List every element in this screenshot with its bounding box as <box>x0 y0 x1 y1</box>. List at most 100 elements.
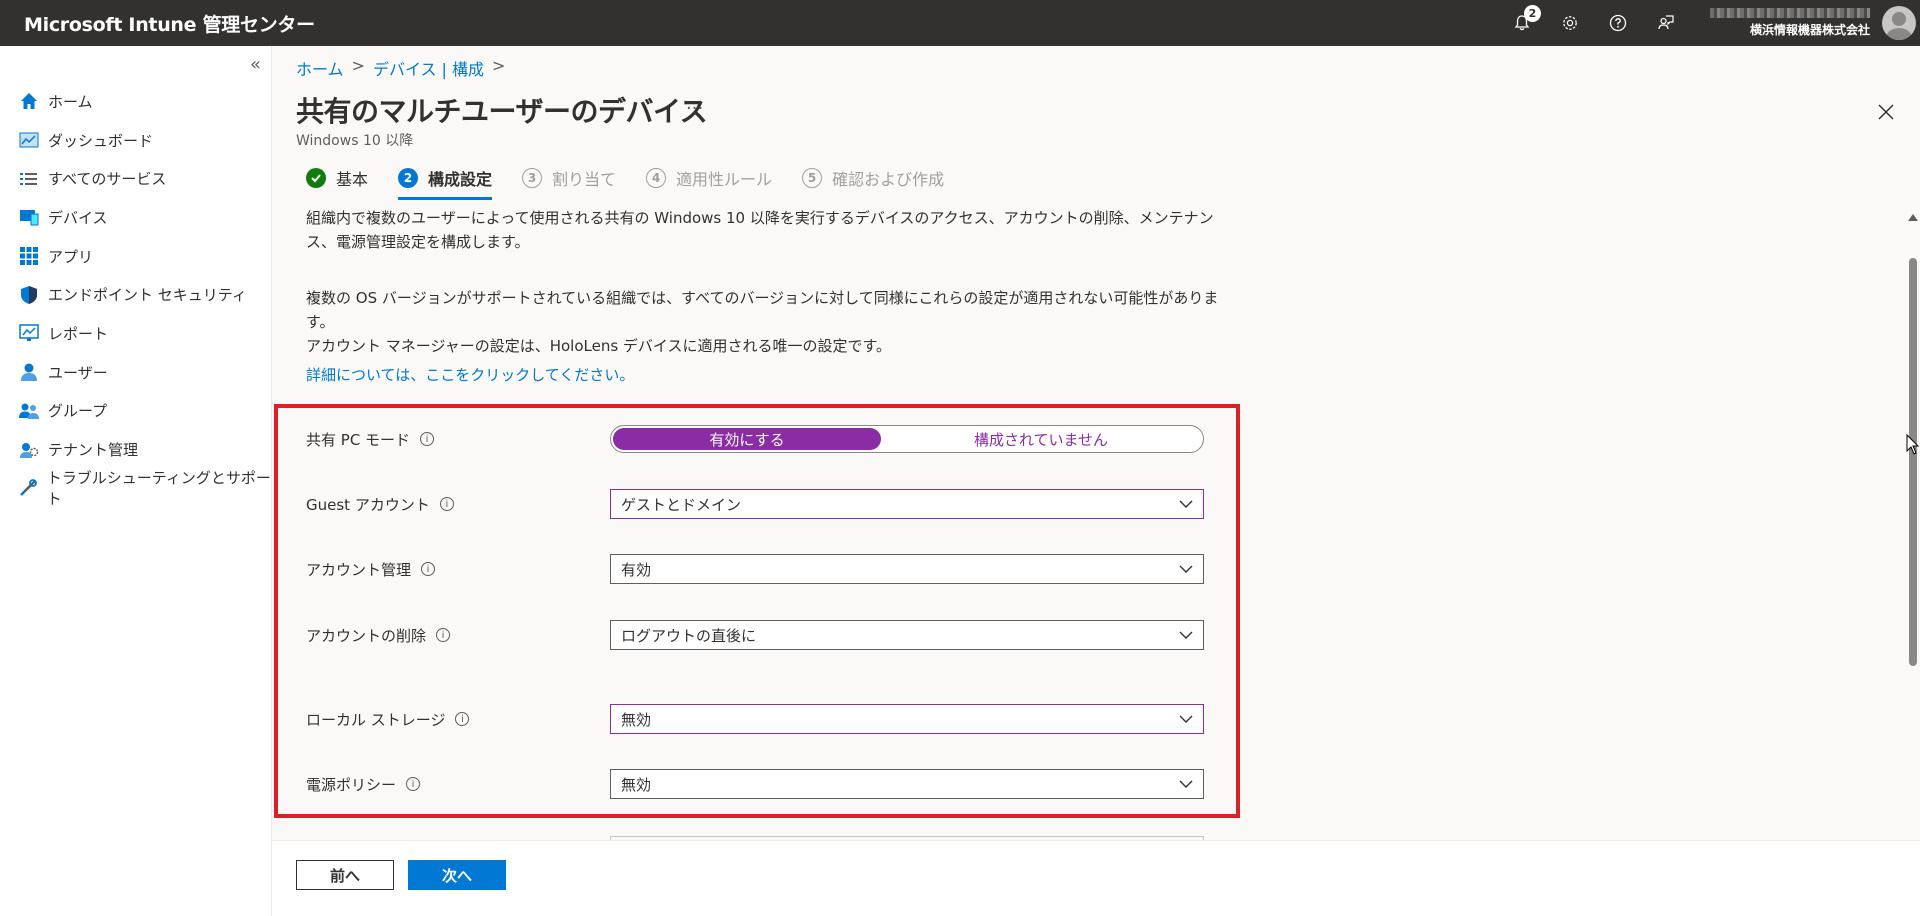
sidebar-item-troubleshooting[interactable]: トラブルシューティングとサポート <box>0 469 272 508</box>
avatar[interactable] <box>1882 6 1916 40</box>
highlight-annotation-box <box>274 404 1240 818</box>
sidebar-item-home[interactable]: ホーム <box>0 82 272 121</box>
account-deletion-dropdown[interactable]: ログアウトの直後に <box>610 620 1204 650</box>
sidebar-item-label: ダッシュボード <box>48 131 154 150</box>
setting-label: 電源ポリシー i <box>306 774 610 795</box>
sidebar-item-all-services[interactable]: すべてのサービス <box>0 159 272 198</box>
close-button[interactable] <box>1878 98 1894 126</box>
sidebar-item-endpoint-security[interactable]: エンドポイント セキュリティ <box>0 275 272 314</box>
notification-button[interactable]: 2 <box>1498 0 1546 46</box>
sidebar-item-reports[interactable]: レポート <box>0 314 272 353</box>
step-label: 確認および作成 <box>832 170 945 189</box>
help-icon <box>1609 14 1627 32</box>
dropdown-value: 無効 <box>621 710 652 729</box>
setting-guest-account: Guest アカウント i ゲストとドメイン <box>306 489 1246 519</box>
breadcrumb-separator: > <box>351 56 365 75</box>
account-org-name: 横浜情報機器株式会社 <box>1749 23 1870 37</box>
page-title: 共有のマルチユーザーのデバイス <box>296 95 708 128</box>
account-email-redacted <box>1710 8 1870 18</box>
help-button[interactable] <box>1594 0 1642 46</box>
power-policy-dropdown[interactable]: 無効 <box>610 769 1204 799</box>
shield-icon <box>18 284 40 306</box>
description-line: 複数の OS バージョンがサポートされている組織では、すべてのバージョンに対して… <box>306 289 1219 331</box>
dropdown-value: 有効 <box>621 560 652 579</box>
sidebar-item-label: すべてのサービス <box>48 170 167 189</box>
step-applicability-rules[interactable]: 4 適用性ルール <box>646 160 772 196</box>
info-icon[interactable]: i <box>421 562 436 576</box>
setting-label: アカウント管理 i <box>306 559 610 580</box>
chevron-down-icon <box>1179 500 1193 508</box>
device-icon <box>18 206 40 228</box>
step-assignments[interactable]: 3 割り当て <box>522 160 616 196</box>
breadcrumb-home[interactable]: ホーム <box>296 56 344 80</box>
toggle-option-not-configured[interactable]: 構成されていません <box>881 428 1201 450</box>
dashboard-icon <box>18 129 40 151</box>
scroll-thumb[interactable] <box>1909 258 1917 666</box>
description-line: ス、電源管理設定を構成します。 <box>306 233 530 251</box>
sidebar-item-devices[interactable]: デバイス <box>0 198 272 237</box>
gear-icon <box>1563 16 1577 30</box>
mouse-cursor-icon <box>1906 434 1920 455</box>
collapse-sidebar-icon[interactable]: « <box>250 54 261 75</box>
setting-label: ローカル ストレージ i <box>306 709 610 730</box>
setting-account-deletion: アカウントの削除 i ログアウトの直後に <box>306 620 1246 650</box>
chevron-down-icon <box>1179 715 1193 723</box>
account-info[interactable]: 横浜情報機器株式会社 <box>1690 0 1878 46</box>
next-button[interactable]: 次へ <box>408 860 506 890</box>
page-subtitle: Windows 10 以降 <box>296 133 414 149</box>
setting-label-text: アカウント管理 <box>306 560 412 579</box>
main-content: ホーム > デバイス | 構成 > 共有のマルチユーザーのデバイス ··· Wi… <box>272 46 1920 916</box>
step-label: 割り当て <box>552 170 617 189</box>
sidebar-item-groups[interactable]: グループ <box>0 392 272 431</box>
dropdown-value: 無効 <box>621 775 652 794</box>
scrollbar[interactable] <box>1906 166 1920 886</box>
breadcrumb-devices[interactable]: デバイス | 構成 <box>373 56 484 80</box>
breadcrumb-separator: > <box>492 56 506 75</box>
previous-button[interactable]: 前へ <box>296 860 394 890</box>
setting-label-text: ローカル ストレージ <box>306 710 446 729</box>
account-management-dropdown[interactable]: 有効 <box>610 554 1204 584</box>
guest-account-dropdown[interactable]: ゲストとドメイン <box>610 489 1204 519</box>
sidebar-item-apps[interactable]: アプリ <box>0 237 272 276</box>
dropdown-value: ログアウトの直後に <box>621 626 757 645</box>
step-label: 構成設定 <box>428 170 493 189</box>
sidebar-item-dashboard[interactable]: ダッシュボード <box>0 121 272 160</box>
wizard-steps: 基本 2 構成設定 3 割り当て 4 適用性ルール 5 確認および作成 <box>306 160 944 200</box>
learn-more-link[interactable]: 詳細については、ここをクリックしてください。 <box>306 364 634 385</box>
sidebar-item-users[interactable]: ユーザー <box>0 353 272 392</box>
apps-grid-icon <box>18 245 40 267</box>
step-configuration-settings[interactable]: 2 構成設定 <box>398 160 493 200</box>
sidebar-item-label: テナント管理 <box>48 441 139 460</box>
description-paragraph-1: 組織内で複数のユーザーによって使用される共有の Windows 10 以降を実行… <box>306 206 1246 254</box>
info-icon[interactable]: i <box>455 712 470 726</box>
setting-label: Guest アカウント i <box>306 494 610 515</box>
step-review-create[interactable]: 5 確認および作成 <box>802 160 944 196</box>
info-icon[interactable]: i <box>406 777 421 791</box>
setting-label: アカウントの削除 i <box>306 625 610 646</box>
info-icon[interactable]: i <box>439 497 454 511</box>
app-title[interactable]: Microsoft Intune 管理センター <box>0 10 315 37</box>
info-icon[interactable]: i <box>436 628 451 642</box>
list-icon <box>18 168 40 190</box>
more-options-icon[interactable]: ··· <box>686 98 703 119</box>
chevron-down-icon <box>1179 631 1193 639</box>
report-icon <box>18 322 40 344</box>
step-label: 適用性ルール <box>676 170 773 189</box>
toggle-option-enable[interactable]: 有効にする <box>613 428 881 450</box>
top-icons: 2 横浜情報機器株式会社 <box>1498 0 1920 46</box>
feedback-button[interactable] <box>1642 0 1690 46</box>
sidebar-item-tenant-admin[interactable]: テナント管理 <box>0 430 272 469</box>
sidebar-nav: ホーム ダッシュボード すべてのサービス デバイス アプリ エンドポイント セキ… <box>0 82 272 508</box>
info-icon[interactable]: i <box>420 432 435 446</box>
step-basics[interactable]: 基本 <box>306 160 368 196</box>
sidebar-item-label: グループ <box>48 402 108 421</box>
local-storage-dropdown[interactable]: 無効 <box>610 704 1204 734</box>
shared-pc-mode-toggle[interactable]: 有効にする 構成されていません <box>610 425 1204 453</box>
sidebar-item-label: トラブルシューティングとサポート <box>46 469 271 509</box>
breadcrumb: ホーム > デバイス | 構成 > <box>296 56 505 80</box>
scroll-up-arrow-icon[interactable] <box>1908 214 1918 221</box>
settings-button[interactable] <box>1546 0 1594 46</box>
step-number: 3 <box>522 168 543 188</box>
tenant-icon <box>18 439 40 461</box>
step-number: 2 <box>398 168 419 188</box>
